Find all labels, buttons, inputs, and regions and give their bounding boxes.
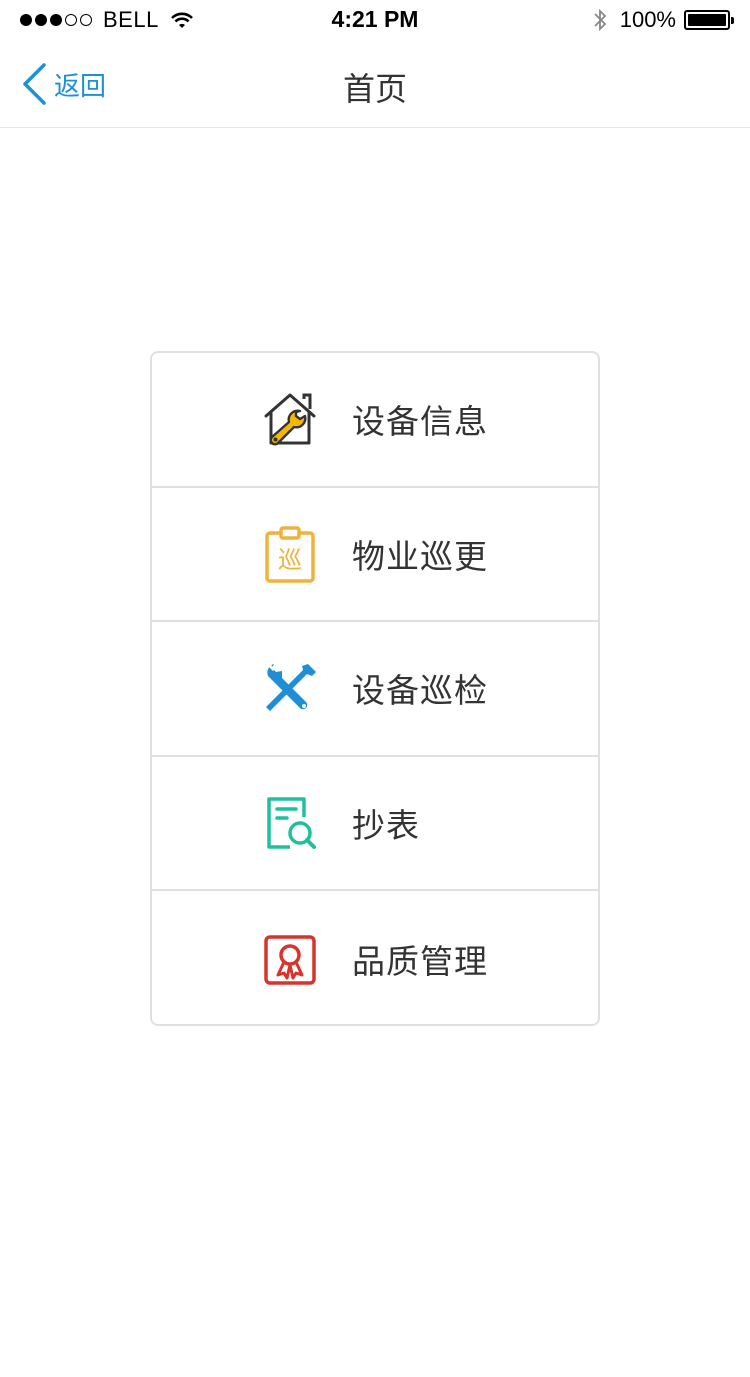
menu-item-label: 抄表 — [352, 806, 420, 846]
svg-text:巡: 巡 — [278, 546, 302, 574]
menu-item-device-info[interactable]: 设备信息 — [152, 353, 598, 488]
tools-icon — [260, 658, 320, 718]
patrol-clipboard-icon: 巡 — [260, 524, 320, 584]
menu-card: 设备信息 巡 物业巡更 设备巡检 抄表 品质管理 — [150, 351, 600, 1026]
document-search-icon — [260, 793, 320, 853]
house-wrench-icon — [260, 389, 320, 449]
battery-icon — [684, 10, 734, 30]
status-right: 100% — [592, 7, 734, 33]
page-title: 首页 — [342, 70, 407, 108]
battery-percent: 100% — [619, 7, 676, 32]
menu-item-label: 设备信息 — [352, 402, 488, 442]
menu-item-meter-reading[interactable]: 抄表 — [152, 757, 598, 892]
menu-item-label: 品质管理 — [352, 941, 488, 981]
menu-item-label: 设备巡检 — [352, 671, 488, 711]
menu-item-property-patrol[interactable]: 巡 物业巡更 — [152, 488, 598, 623]
bluetooth-icon — [594, 8, 606, 32]
status-bar: BELL 4:21 PM 100% — [0, 0, 750, 40]
menu-item-label: 物业巡更 — [352, 536, 488, 576]
quality-certificate-icon — [260, 929, 320, 989]
navigation-bar: 返回 首页 — [0, 40, 750, 128]
menu-item-quality-management[interactable]: 品质管理 — [152, 891, 598, 1026]
menu-item-equipment-inspection[interactable]: 设备巡检 — [152, 622, 598, 757]
